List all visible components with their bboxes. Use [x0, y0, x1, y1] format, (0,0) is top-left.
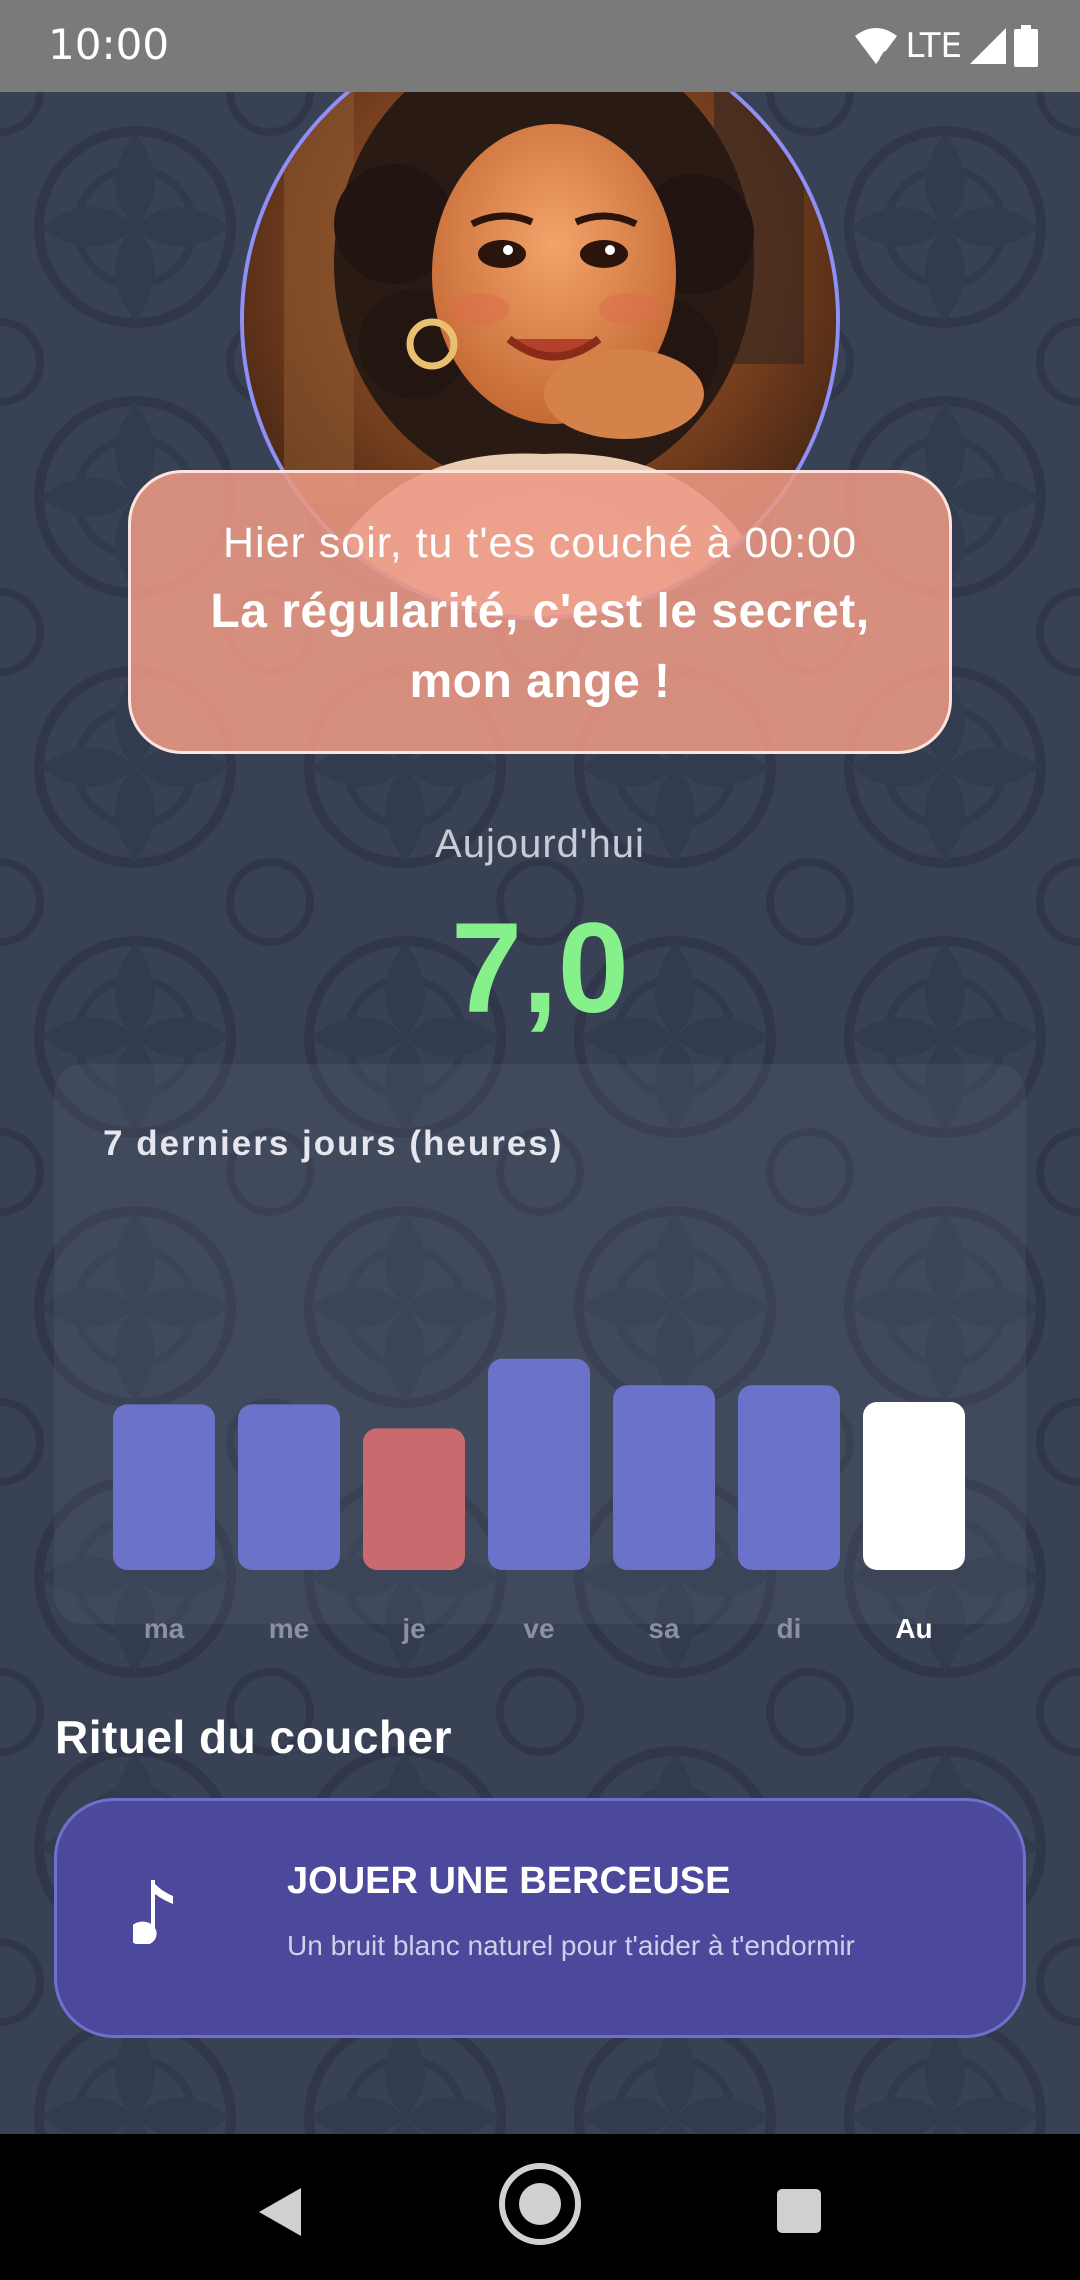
- chart-label-ma: ma: [144, 1613, 185, 1644]
- chart-title: 7 derniers jours (heures): [103, 1124, 564, 1163]
- today-label: Aujourd'hui: [435, 822, 645, 866]
- music-note-icon: [133, 1880, 173, 1944]
- chart-label-je: je: [401, 1613, 425, 1644]
- chart-bar-ma: [113, 1404, 215, 1570]
- ritual-section-title: Rituel du coucher: [55, 1711, 452, 1763]
- wifi-icon: 4: [855, 28, 898, 66]
- chart-label-Au: Au: [895, 1613, 932, 1644]
- lullaby-subtitle: Un bruit blanc naturel pour t'aider à t'…: [287, 1930, 855, 1961]
- signal-icon: [970, 28, 1006, 64]
- svg-text:4: 4: [879, 50, 888, 66]
- chart-bar-Au: [863, 1402, 965, 1570]
- chart-bar-je: [363, 1428, 465, 1570]
- status-icons: 4 LTE: [853, 24, 1038, 68]
- chart-label-di: di: [777, 1613, 802, 1644]
- chart-label-me: me: [269, 1613, 309, 1644]
- sleep-bar-chart: ma me je ve sa di Au: [113, 1358, 965, 1644]
- today-sleep-value: 7,0: [451, 897, 629, 1040]
- chart-label-sa: sa: [648, 1613, 680, 1644]
- chart-bar-ve: [488, 1358, 590, 1570]
- chart-bar-sa: [613, 1385, 715, 1570]
- status-time: 10:00: [48, 20, 170, 69]
- chart-bar-me: [238, 1404, 340, 1570]
- chart-bar-di: [738, 1385, 840, 1570]
- bedtime-message: Hier soir, tu t'es couché à 00:00: [223, 519, 857, 567]
- status-bar: 10:00 4 LTE: [0, 0, 1080, 92]
- lullaby-title: JOUER UNE BERCEUSE: [287, 1860, 731, 1902]
- encouragement-line-1: La régularité, c'est le secret,: [210, 585, 870, 638]
- chart-label-ve: ve: [523, 1613, 554, 1644]
- home-icon[interactable]: [498, 2162, 582, 2246]
- encouragement-line-2: mon ange !: [409, 655, 671, 708]
- recents-icon[interactable]: [776, 2188, 822, 2234]
- network-type: LTE: [905, 26, 962, 66]
- back-icon[interactable]: [255, 2186, 303, 2238]
- navigation-bar: [0, 2134, 1080, 2280]
- battery-icon: [1014, 25, 1038, 67]
- message-bubble: Hier soir, tu t'es couché à 00:00 La rég…: [128, 470, 952, 754]
- play-lullaby-button[interactable]: [54, 1798, 1026, 2038]
